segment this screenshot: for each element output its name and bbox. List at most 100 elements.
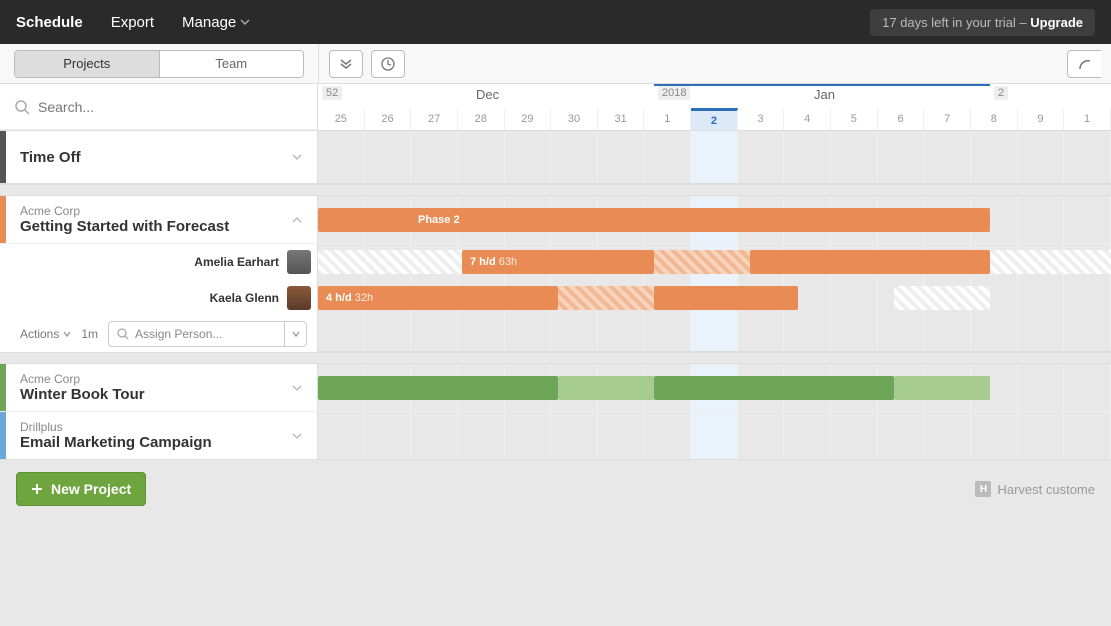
main: 52Dec2018Jan2252627282930311234567891 Ti…	[0, 84, 1111, 626]
person-name: Amelia Earhart	[194, 255, 279, 269]
hatched-bg	[318, 250, 462, 274]
person2-bar-light[interactable]	[558, 286, 654, 310]
tab-team[interactable]: Team	[159, 51, 304, 77]
search-input[interactable]	[38, 99, 303, 115]
nav-export[interactable]: Export	[111, 14, 154, 31]
person2-bar2[interactable]	[654, 286, 798, 310]
chevron-down-icon[interactable]	[291, 382, 303, 394]
toolbar: Projects Team	[0, 44, 1111, 84]
day-header-cell[interactable]: 1	[644, 108, 691, 130]
arc-icon	[1078, 57, 1092, 71]
gap-row	[0, 184, 1111, 196]
day-header-cell[interactable]: 29	[505, 108, 552, 130]
day-header-cell[interactable]: 2	[691, 108, 738, 130]
chevron-down-icon	[240, 17, 250, 27]
avatar	[287, 286, 311, 310]
new-project-label: New Project	[51, 481, 131, 497]
sidebar-project1[interactable]: Acme Corp Getting Started with Forecast	[0, 196, 318, 243]
duration-label: 1m	[81, 327, 98, 341]
phase-label: Phase 2	[418, 214, 460, 226]
assign-person-input[interactable]: Assign Person...	[108, 321, 307, 347]
sidebar-project2[interactable]: Acme Corp Winter Book Tour	[0, 364, 318, 411]
year-badge: 2018	[658, 86, 690, 100]
person1-bar[interactable]: 7 h/d 63h	[462, 250, 654, 274]
actions-dropdown[interactable]: Actions	[20, 327, 71, 341]
project2-bar[interactable]	[318, 376, 558, 400]
gap-row	[0, 352, 1111, 364]
project1-header-gantt[interactable]: Phase 2	[318, 196, 1111, 243]
sidebar-time-off[interactable]: Time Off	[0, 131, 318, 183]
nav-right: 17 days left in your trial – Upgrade	[870, 9, 1095, 36]
project3-client: Drillplus	[20, 420, 212, 434]
month-label: Jan	[814, 87, 835, 102]
day-header-cell[interactable]: 27	[411, 108, 458, 130]
chevron-down-icon[interactable]	[291, 430, 303, 442]
project2-gantt[interactable]	[318, 364, 1111, 411]
today-button[interactable]	[371, 50, 405, 78]
month-label: Dec	[476, 87, 499, 102]
person1-bar2[interactable]	[750, 250, 990, 274]
double-chevron-down-icon	[339, 57, 353, 71]
week-badge: 2	[994, 86, 1008, 100]
project1-client: Acme Corp	[20, 204, 229, 218]
project2-client: Acme Corp	[20, 372, 145, 386]
hatched-bg	[894, 286, 990, 310]
actions-label: Actions	[20, 327, 59, 341]
day-header-cell[interactable]: 6	[878, 108, 925, 130]
nav-manage[interactable]: Manage	[182, 14, 250, 31]
trial-banner[interactable]: 17 days left in your trial – Upgrade	[870, 9, 1095, 36]
toolbar-right	[318, 44, 1111, 83]
person1-gantt[interactable]: 7 h/d 63h	[318, 244, 1111, 280]
day-header-cell[interactable]: 28	[458, 108, 505, 130]
bar-label: 7 h/d	[470, 256, 496, 268]
day-header-cell[interactable]: 7	[924, 108, 971, 130]
tab-projects[interactable]: Projects	[15, 51, 159, 77]
current-month-indicator	[654, 84, 990, 86]
day-header-cell[interactable]: 9	[1018, 108, 1065, 130]
tab-group: Projects Team	[14, 50, 304, 78]
bar-sub: 63h	[499, 256, 517, 268]
chevron-down-icon	[292, 330, 300, 338]
project2-bar-light[interactable]	[558, 376, 654, 400]
day-header-cell[interactable]: 26	[365, 108, 412, 130]
day-header-cell[interactable]: 5	[831, 108, 878, 130]
trial-text: 17 days left in your trial –	[882, 15, 1030, 30]
day-header-cell[interactable]: 8	[971, 108, 1018, 130]
project2-bar2[interactable]	[654, 376, 894, 400]
sidebar-project3[interactable]: Drillplus Email Marketing Campaign	[0, 412, 318, 459]
day-header-cell[interactable]: 4	[784, 108, 831, 130]
new-project-button[interactable]: New Project	[16, 472, 146, 506]
settings-button[interactable]	[1067, 50, 1101, 78]
person-name: Kaela Glenn	[210, 291, 279, 305]
top-nav: Schedule Export Manage 17 days left in y…	[0, 0, 1111, 44]
assign-dropdown-toggle[interactable]	[284, 322, 306, 346]
time-off-gantt[interactable]	[318, 131, 1111, 183]
timeline-header: 52Dec2018Jan2252627282930311234567891	[318, 84, 1111, 130]
day-header-cell[interactable]: 3	[738, 108, 785, 130]
chevron-up-icon[interactable]	[291, 214, 303, 226]
chevron-down-icon[interactable]	[291, 151, 303, 163]
nav-schedule[interactable]: Schedule	[16, 14, 83, 31]
upgrade-link[interactable]: Upgrade	[1030, 15, 1083, 30]
project3-title: Email Marketing Campaign	[20, 434, 212, 451]
day-header-cell[interactable]: 25	[318, 108, 365, 130]
time-off-title: Time Off	[14, 149, 81, 166]
assign-placeholder: Assign Person...	[135, 327, 222, 341]
bar-sub: 32h	[355, 292, 373, 304]
person1-bar-light[interactable]	[654, 250, 750, 274]
project2-bar-light2[interactable]	[894, 376, 990, 400]
search-icon	[14, 99, 30, 115]
day-header-cell[interactable]: 30	[551, 108, 598, 130]
person2-gantt[interactable]: 4 h/d 32h	[318, 280, 1111, 316]
sidebar-person-kaela[interactable]: Kaela Glenn	[0, 280, 318, 316]
project1-bar[interactable]: Phase 2	[318, 208, 990, 232]
project3-gantt[interactable]	[318, 412, 1111, 459]
collapse-all-button[interactable]	[329, 50, 363, 78]
nav-left: Schedule Export Manage	[16, 14, 250, 31]
day-header-cell[interactable]: 31	[598, 108, 645, 130]
search-icon	[117, 328, 129, 340]
sidebar-person-amelia[interactable]: Amelia Earhart	[0, 244, 318, 280]
day-header-cell[interactable]: 1	[1064, 108, 1111, 130]
harvest-note: H Harvest custome	[975, 481, 1095, 497]
person2-bar[interactable]: 4 h/d 32h	[318, 286, 558, 310]
